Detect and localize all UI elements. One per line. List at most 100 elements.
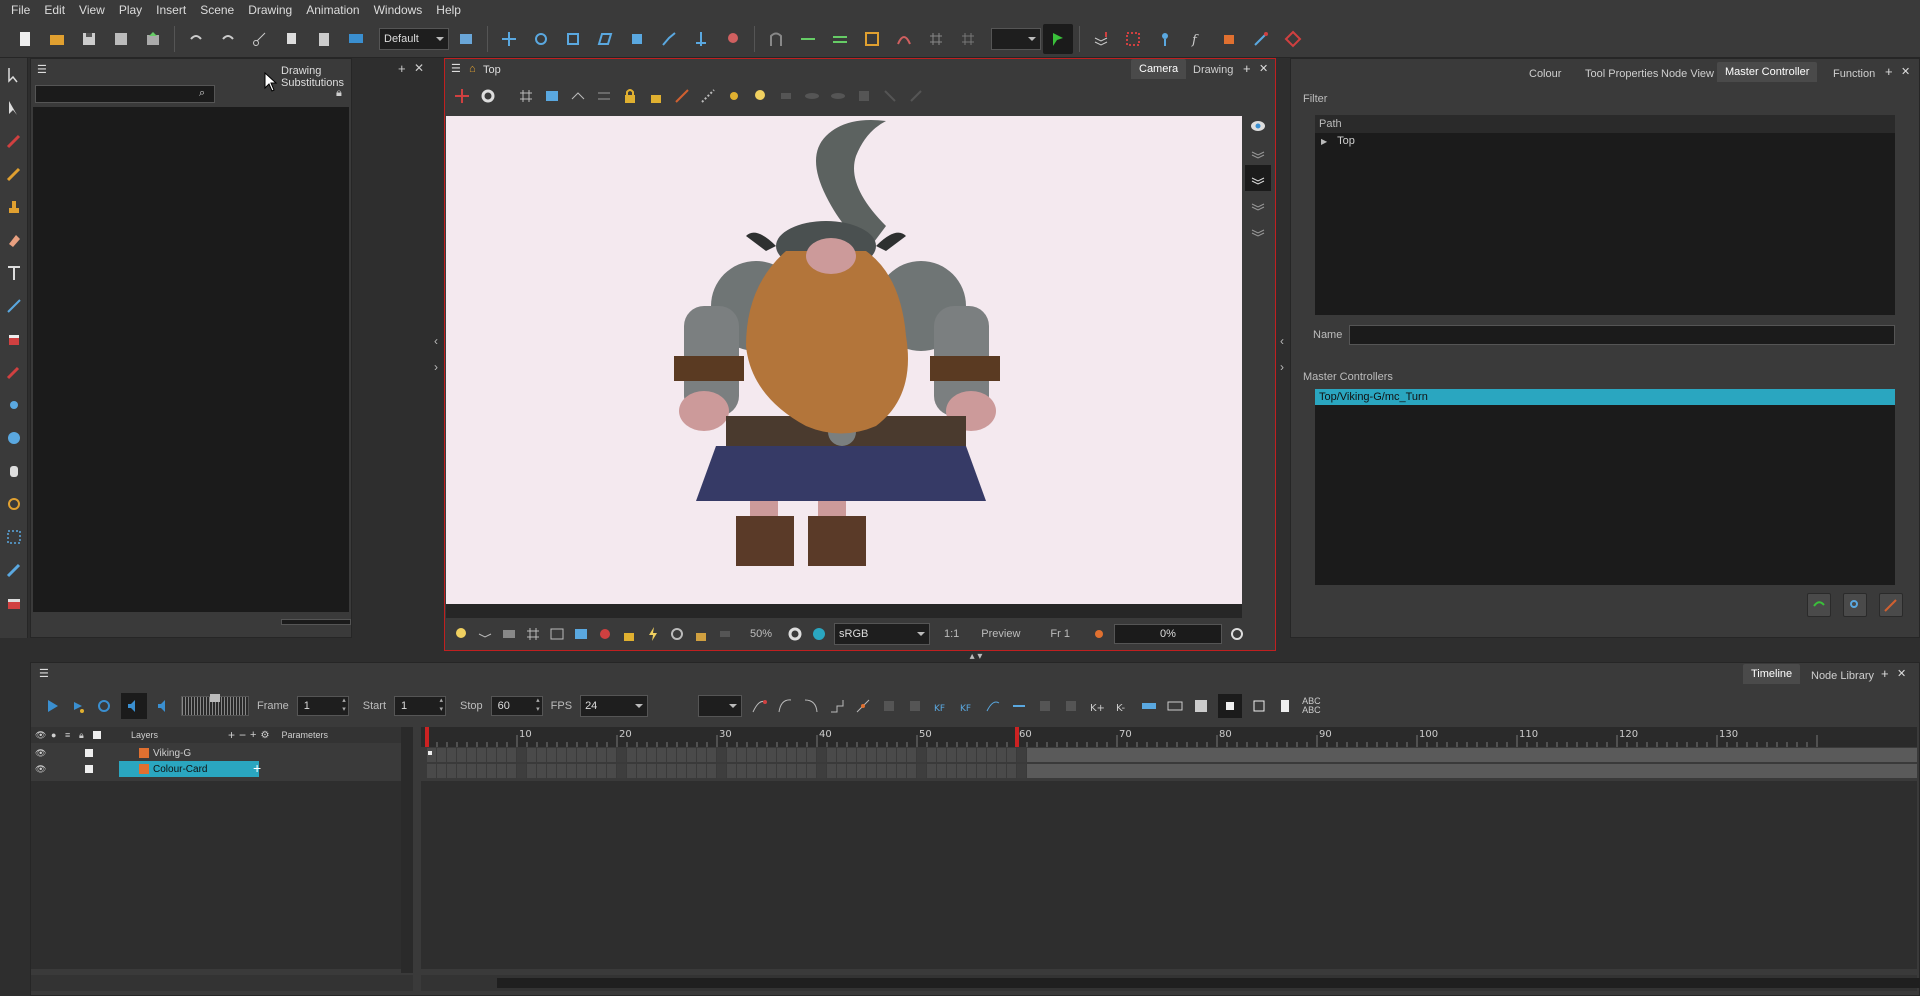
- stop-motion-icon[interactable]: [828, 697, 846, 715]
- grid-icon[interactable]: [517, 87, 535, 105]
- safe-area-button[interactable]: [1118, 24, 1148, 54]
- frame-cell[interactable]: [817, 748, 826, 762]
- add-subnode-icon[interactable]: +: [253, 760, 261, 776]
- frame-cell[interactable]: [837, 748, 846, 762]
- frame-cell[interactable]: [597, 748, 606, 762]
- timeline-hscroll[interactable]: [421, 975, 1920, 991]
- text-tool[interactable]: [0, 256, 28, 289]
- expand-arrow-icon[interactable]: ▶: [1321, 137, 1327, 146]
- frame-cell[interactable]: [717, 748, 726, 762]
- panel-menu-icon[interactable]: ☰: [37, 63, 47, 76]
- add-panel-icon[interactable]: +: [1881, 666, 1889, 681]
- camera-icon[interactable]: [500, 625, 518, 643]
- frame-cell[interactable]: [557, 748, 566, 762]
- paint-tool[interactable]: [0, 322, 28, 355]
- frame-cell[interactable]: [857, 764, 866, 778]
- onion-icon[interactable]: [596, 625, 614, 643]
- collapse-right-arrows[interactable]: ‹ ›: [1276, 328, 1288, 380]
- frame-cell[interactable]: [687, 764, 696, 778]
- frame-cell[interactable]: [717, 764, 726, 778]
- frame-cell[interactable]: [437, 764, 446, 778]
- breadcrumb[interactable]: Top: [483, 64, 501, 76]
- controller-item[interactable]: Top/Viking-G/mc_Turn: [1315, 389, 1895, 405]
- frame-cell[interactable]: [857, 748, 866, 762]
- home-icon[interactable]: ⌂: [469, 63, 476, 75]
- frame-cell[interactable]: [497, 764, 506, 778]
- frame-cell[interactable]: [727, 748, 736, 762]
- frame-cell[interactable]: [627, 748, 636, 762]
- menu-windows[interactable]: Windows: [367, 3, 430, 17]
- stamp-tool[interactable]: [0, 190, 28, 223]
- paint-bucket-button[interactable]: [1214, 24, 1244, 54]
- frame-cell[interactable]: [577, 748, 586, 762]
- frame-cell[interactable]: [607, 748, 616, 762]
- loop-icon[interactable]: [95, 697, 113, 715]
- disabled-icon[interactable]: [716, 625, 734, 643]
- frame-cell[interactable]: [467, 748, 476, 762]
- line-art-button[interactable]: [1245, 165, 1271, 191]
- deform-rigging-button[interactable]: [761, 24, 791, 54]
- playback-speed-slider[interactable]: [181, 694, 249, 716]
- pivot-add-icon[interactable]: [453, 87, 471, 105]
- grid-icon[interactable]: [524, 625, 542, 643]
- frame-cell[interactable]: [937, 748, 946, 762]
- visibility-icon[interactable]: 👁︎: [35, 748, 46, 759]
- frame-cell[interactable]: [997, 748, 1006, 762]
- disabled-tool-icon[interactable]: [829, 87, 847, 105]
- transform-tool-button[interactable]: [622, 24, 652, 54]
- rigging-tool[interactable]: [0, 487, 28, 520]
- frame-cell[interactable]: [527, 764, 536, 778]
- frame-cell[interactable]: [947, 764, 956, 778]
- function-button[interactable]: f: [1182, 24, 1212, 54]
- open-button[interactable]: [42, 24, 72, 54]
- frame-cell[interactable]: [737, 748, 746, 762]
- frame-cell[interactable]: [707, 764, 716, 778]
- pencil-tool[interactable]: [0, 157, 28, 190]
- frame-cell[interactable]: [847, 764, 856, 778]
- disabled-tool-icon[interactable]: [881, 87, 899, 105]
- add-layer-icon[interactable]: +: [228, 728, 235, 742]
- redo-button[interactable]: [213, 24, 243, 54]
- start-marker[interactable]: [425, 727, 429, 747]
- grid-deform-button[interactable]: [921, 24, 951, 54]
- menu-file[interactable]: File: [4, 3, 37, 17]
- disabled-tool-icon[interactable]: [855, 87, 873, 105]
- cutter-tool[interactable]: [0, 553, 28, 586]
- text-abc-button[interactable]: ABC ABC: [1302, 697, 1332, 715]
- frame-cell[interactable]: [517, 764, 526, 778]
- frame-cell[interactable]: [547, 764, 556, 778]
- deform-select[interactable]: [991, 27, 1041, 50]
- frame-cell[interactable]: [777, 764, 786, 778]
- sound-button[interactable]: [121, 693, 147, 719]
- frame-cell[interactable]: [657, 748, 666, 762]
- thumbnail-size-slider[interactable]: [281, 619, 351, 625]
- frame-cell[interactable]: [917, 748, 926, 762]
- close-icon[interactable]: ✕: [1897, 667, 1906, 680]
- menu-scene[interactable]: Scene: [193, 3, 241, 17]
- name-input[interactable]: [1349, 325, 1895, 345]
- disabled-tool-icon[interactable]: [907, 87, 925, 105]
- new-scene-button[interactable]: [10, 24, 40, 54]
- frame-field[interactable]: 1: [296, 696, 349, 716]
- frame-cell[interactable]: [787, 764, 796, 778]
- search-input[interactable]: [35, 85, 215, 103]
- hscroll-thumb[interactable]: [497, 978, 1920, 988]
- ease-icon[interactable]: [750, 697, 768, 715]
- frame-cell[interactable]: [827, 764, 836, 778]
- square-outline-icon[interactable]: [1250, 697, 1268, 715]
- workspace-select[interactable]: Default: [379, 27, 449, 50]
- eye-button[interactable]: [1245, 113, 1271, 139]
- undo-button[interactable]: [181, 24, 211, 54]
- lock-icon[interactable]: [621, 87, 639, 105]
- insert-keyframe-icon[interactable]: K+: [1088, 697, 1106, 715]
- frame-cell[interactable]: [577, 764, 586, 778]
- copy-button[interactable]: [277, 24, 307, 54]
- underlay-button[interactable]: [1245, 217, 1271, 243]
- frame-cell[interactable]: [507, 764, 516, 778]
- render-icon[interactable]: [1090, 625, 1108, 643]
- close-icon[interactable]: ✕: [1259, 62, 1268, 75]
- menu-view[interactable]: View: [72, 3, 112, 17]
- frame-cell[interactable]: [987, 748, 996, 762]
- preview-button[interactable]: Preview: [981, 628, 1020, 640]
- play-icon[interactable]: [43, 697, 61, 715]
